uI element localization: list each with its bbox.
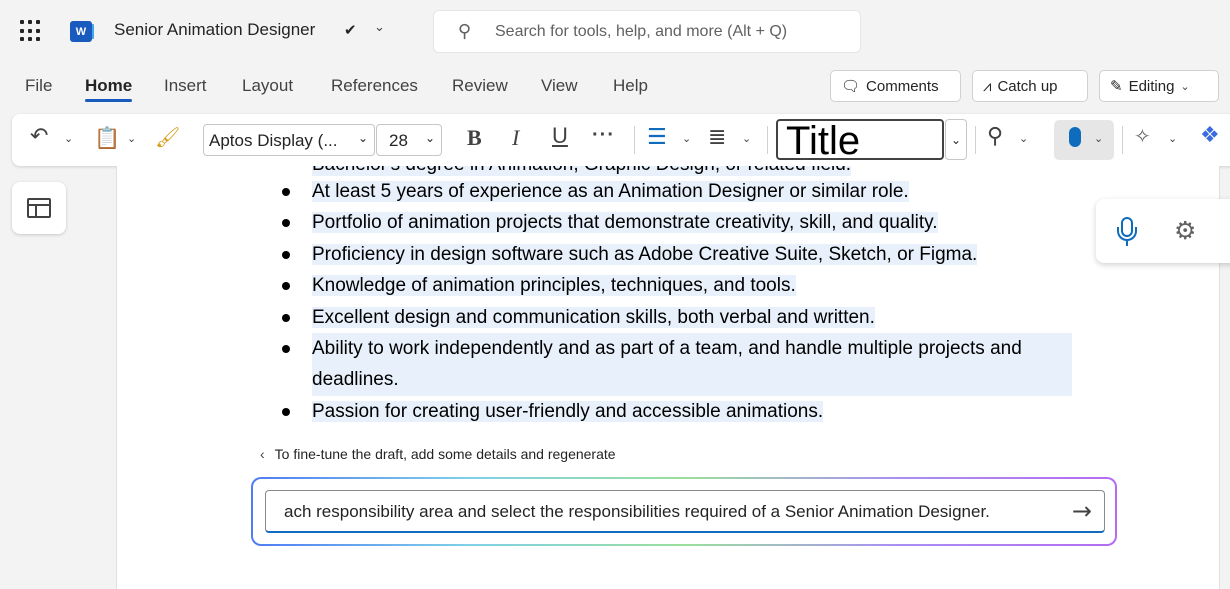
list-item: Knowledge of animation principles, techn…: [117, 270, 1217, 301]
divider: [634, 126, 635, 154]
list-item: Proficiency in design software such as A…: [117, 239, 1217, 270]
font-name-select[interactable]: Aptos Display (... ⌄: [203, 124, 375, 156]
catch-up-button[interactable]: ⩘ Catch up: [972, 70, 1088, 102]
navigation-pane-icon: [27, 198, 51, 218]
bullets-icon[interactable]: ☰: [647, 125, 667, 150]
ribbon-toolbar: ↶ ⌄ 📋 ⌄ 🖌 Aptos Display (... ⌄ 28 ⌄ B I …: [12, 114, 1230, 166]
bold-button[interactable]: B: [467, 125, 482, 151]
menu-tabs: File Home Insert Layout References Revie…: [0, 70, 800, 104]
tab-file[interactable]: File: [25, 76, 52, 96]
dictate-dropdown-icon[interactable]: ⌄: [1094, 132, 1103, 145]
prompt-text: ach responsibility area and select the r…: [284, 502, 990, 521]
tab-insert[interactable]: Insert: [164, 76, 207, 96]
tab-references[interactable]: References: [331, 76, 418, 96]
divider: [767, 126, 768, 154]
undo-dropdown-icon[interactable]: ⌄: [64, 132, 73, 145]
chevron-left-icon[interactable]: ‹: [260, 446, 265, 462]
list-item: Passion for creating user-friendly and a…: [117, 396, 1217, 427]
underline-button[interactable]: U: [552, 123, 568, 149]
paste-dropdown-icon[interactable]: ⌄: [127, 132, 136, 145]
send-arrow-icon[interactable]: →: [1072, 497, 1092, 525]
divider: [975, 126, 976, 154]
editing-mode-button[interactable]: ✎ Editing ⌄: [1099, 70, 1219, 102]
catch-up-label: Catch up: [997, 77, 1058, 95]
tab-review[interactable]: Review: [452, 76, 508, 96]
paste-icon[interactable]: 📋: [94, 126, 120, 151]
find-dropdown-icon[interactable]: ⌄: [1019, 132, 1028, 145]
hint-text: To fine-tune the draft, add some details…: [274, 446, 616, 462]
copilot-prompt-input[interactable]: ach responsibility area and select the r…: [265, 490, 1105, 533]
editing-label: Editing: [1128, 77, 1175, 95]
font-name-value: Aptos Display (...: [209, 131, 338, 150]
search-icon: ⚲: [458, 21, 472, 42]
chevron-down-icon[interactable]: ⌄: [374, 20, 385, 35]
requirements-list: At least 5 years of experience as an Ani…: [117, 176, 1217, 427]
partial-bullet-text: Bachelor's degree in Animation, Graphic …: [312, 166, 852, 176]
bullets-dropdown-icon[interactable]: ⌄: [682, 132, 691, 145]
pencil-icon: ✎: [1110, 78, 1123, 95]
microphone-icon: [1069, 127, 1081, 147]
undo-icon[interactable]: ↶: [30, 124, 48, 149]
tab-home[interactable]: Home: [85, 76, 133, 102]
list-item: Ability to work independently and as par…: [117, 333, 1217, 396]
list-item: Portfolio of animation projects that dem…: [117, 207, 1217, 238]
pulse-icon: ⩘: [983, 77, 992, 95]
document-title[interactable]: Senior Animation Designer: [114, 20, 315, 40]
format-painter-icon[interactable]: 🖌: [155, 125, 180, 149]
chevron-down-icon: ⌄: [424, 131, 435, 145]
tab-view[interactable]: View: [541, 76, 578, 96]
designer-wand-icon[interactable]: ✧: [1134, 124, 1151, 148]
styles-dropdown-icon[interactable]: ⌄: [945, 119, 967, 160]
comment-icon: 🗨: [841, 78, 861, 95]
comments-button[interactable]: 🗨 Comments: [830, 70, 961, 102]
document-page[interactable]: Bachelor's degree in Animation, Graphic …: [116, 166, 1220, 589]
italic-button[interactable]: I: [512, 125, 519, 151]
saved-status-icon[interactable]: ✔︎: [344, 21, 357, 39]
more-formatting-button[interactable]: ···: [592, 124, 615, 147]
tab-layout[interactable]: Layout: [242, 76, 293, 96]
align-dropdown-icon[interactable]: ⌄: [742, 132, 751, 145]
copilot-prompt-box: ach responsibility area and select the r…: [251, 477, 1117, 546]
divider: [1122, 126, 1123, 154]
font-size-value: 28: [389, 131, 408, 150]
chevron-down-icon: ⌄: [1180, 80, 1190, 93]
search-placeholder: Search for tools, help, and more (Alt + …: [495, 23, 788, 40]
app-launcher-icon[interactable]: [20, 20, 42, 42]
comments-label: Comments: [866, 77, 939, 95]
chevron-down-icon: ⌄: [357, 131, 368, 145]
copilot-hint: ‹ To fine-tune the draft, add some detai…: [260, 446, 616, 462]
gear-icon[interactable]: ⚙: [1174, 216, 1196, 245]
list-item: At least 5 years of experience as an Ani…: [117, 176, 1217, 207]
align-icon[interactable]: ≣: [708, 125, 726, 150]
designer-dropdown-icon[interactable]: ⌄: [1168, 132, 1177, 145]
search-box[interactable]: ⚲ Search for tools, help, and more (Alt …: [433, 10, 861, 53]
font-size-select[interactable]: 28 ⌄: [376, 124, 442, 156]
find-icon[interactable]: ⚲: [987, 124, 1003, 149]
dictation-toolbar: ⚙: [1096, 199, 1230, 263]
title-bar: W Senior Animation Designer ✔︎ ⌄ ⚲ Searc…: [0, 0, 1230, 62]
word-logo-icon: W: [70, 21, 94, 42]
navigation-pane-button[interactable]: [12, 182, 66, 234]
tab-help[interactable]: Help: [613, 76, 648, 96]
copilot-icon[interactable]: ❖: [1200, 123, 1220, 148]
dictate-button[interactable]: ⌄: [1054, 120, 1114, 160]
style-gallery[interactable]: Title: [776, 119, 944, 160]
list-item: Excellent design and communication skill…: [117, 302, 1217, 333]
